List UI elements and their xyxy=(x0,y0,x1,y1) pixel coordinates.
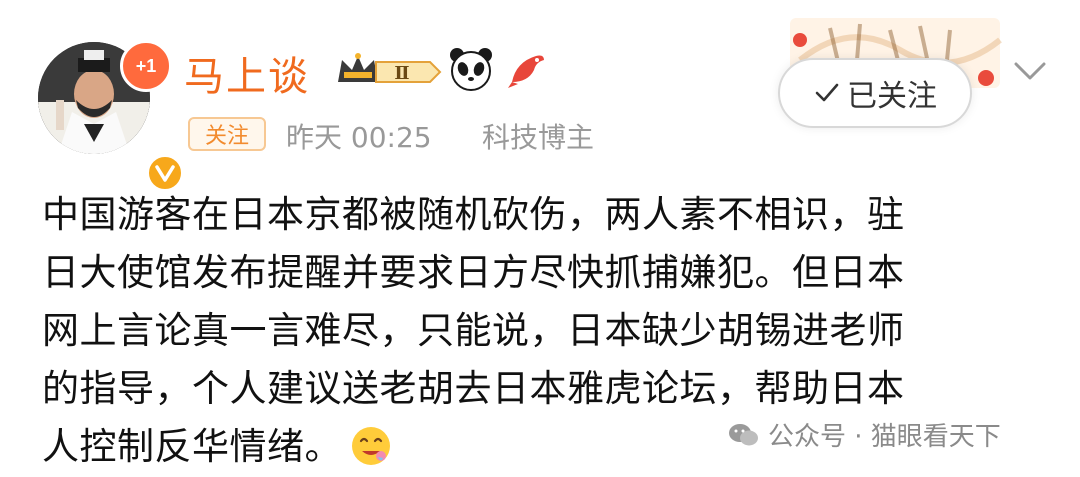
followed-label: 已关注 xyxy=(847,79,937,114)
crown-level-icon: Ⅱ xyxy=(338,53,442,84)
avatar-container[interactable]: +1 xyxy=(38,40,184,192)
post-line: 日大使馆发布提醒并要求日方尽快抓捕嫌犯。但日本 xyxy=(42,251,905,294)
verified-v-icon xyxy=(155,165,175,182)
post-line: 中国游客在日本京都被随机砍伤，两人素不相识，驻 xyxy=(42,193,905,236)
post-time: 昨天 00:25 xyxy=(286,121,432,154)
watermark: 公众号 · 猫眼看天下 xyxy=(728,416,1001,453)
avatar-notification-badge: +1 xyxy=(120,40,172,92)
follow-tag[interactable]: 关注 xyxy=(188,117,266,151)
koi-fish-icon xyxy=(508,55,544,88)
panda-icon xyxy=(450,48,492,91)
followed-button[interactable]: 已关注 xyxy=(778,58,972,128)
wechat-icon xyxy=(729,423,758,445)
drooling-emoji xyxy=(352,427,390,465)
username[interactable]: 马上谈 xyxy=(184,44,310,102)
author-category: 科技博主 xyxy=(482,121,595,154)
chevron-down-icon[interactable] xyxy=(1012,58,1048,84)
post-line-text: 人控制反华情绪。 xyxy=(42,425,342,468)
post-line: 网上言论真一言难尽，只能说，日本缺少胡锡进老师 xyxy=(42,309,905,352)
watermark-text: 公众号 · 猫眼看天下 xyxy=(768,422,1001,452)
post-line: 的指导，个人建议送老胡去日本雅虎论坛，帮助日本 xyxy=(42,367,905,410)
checkmark-icon xyxy=(815,83,839,102)
crown-level-label: Ⅱ xyxy=(394,63,409,84)
